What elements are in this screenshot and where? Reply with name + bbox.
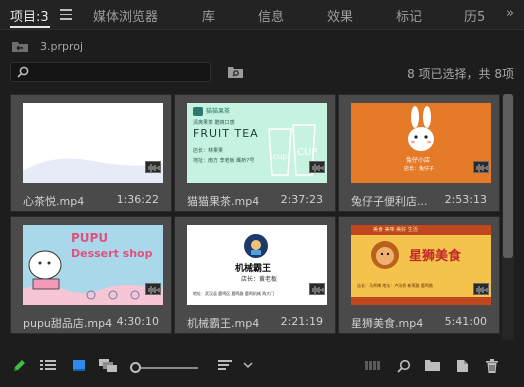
brand-logo-icon	[193, 107, 203, 116]
clip-duration: 5:41:00	[444, 315, 487, 328]
active-tab-indicator	[10, 26, 50, 28]
zoom-slider-knob[interactable]	[130, 362, 141, 373]
fruit-tea-text: FRUIT TEA	[193, 127, 259, 140]
audio-waveform-icon	[473, 283, 489, 295]
selection-status: 8 项已选择，共 8项	[407, 67, 514, 81]
thumbnail: PUPU Dessert shop	[23, 225, 163, 305]
clip-name: pupu甜品店.mp4	[23, 317, 113, 330]
pencil-icon[interactable]	[12, 359, 26, 373]
clip-name: 星狮美食.mp4	[351, 317, 424, 330]
freeform-view-icon[interactable]	[99, 359, 117, 372]
clip-name: 猫猫果茶.mp4	[187, 195, 260, 208]
folder-up-icon[interactable]	[12, 41, 28, 52]
shop-title: 兔仔小店	[406, 157, 431, 164]
shop-title: 星狮美食	[409, 249, 462, 264]
audio-waveform-icon	[309, 283, 325, 295]
zoom-slider-track[interactable]	[136, 367, 198, 369]
slogan: 清爽果茶 酷爽口感	[193, 120, 235, 126]
tab-project[interactable]: 项目:3	[10, 6, 49, 25]
lion-mascot-icon	[371, 241, 399, 269]
audio-waveform-icon	[309, 161, 325, 173]
dessert-shop-title: Dessert shop	[71, 247, 153, 260]
tabs-overflow-icon[interactable]: »	[506, 6, 514, 21]
clip-name: 兔仔子便利店...	[351, 195, 428, 208]
brand-name: 猫猫果茶	[206, 108, 231, 115]
tab-history[interactable]: 历5	[464, 6, 485, 25]
media-item[interactable]: 猫猫果茶 清爽果茶 酷爽口感 FRUIT TEA 店长：林果果 地址：南方 李老…	[174, 94, 336, 212]
manager-text: 店长：林果果	[193, 148, 224, 154]
mechanic-logo-icon	[244, 234, 268, 258]
media-item[interactable]: 兔仔小店 店长：兔仔子 兔仔子便利店... 2:53:13	[338, 94, 500, 212]
project-file-name: 3.prproj	[40, 40, 84, 53]
svg-text:cup: cup	[273, 152, 288, 161]
rabbit-mascot-icon	[408, 106, 434, 151]
manager-text: 店长：黄老板	[241, 276, 278, 283]
clip-duration: 2:53:13	[444, 193, 487, 206]
shop-title: 机械霸王	[235, 264, 272, 274]
clip-duration: 1:36:22	[116, 193, 159, 206]
new-item-icon[interactable]	[455, 359, 469, 373]
tab-media-browser[interactable]: 媒体浏览器	[93, 6, 158, 25]
media-item[interactable]: 机械霸王 店长：黄老板 地址：武汉县 鹿鸣区 鹿鸣路 鹿鸣机械 两大门 机械霸王…	[174, 216, 336, 334]
breadcrumb: 3.prproj	[0, 30, 524, 60]
tab-markers[interactable]: 标记	[396, 6, 422, 25]
thumbnail: 机械霸王 店长：黄老板 地址：武汉县 鹿鸣区 鹿鸣路 鹿鸣机械 两大门	[187, 225, 327, 305]
thumbnail	[23, 103, 163, 183]
address-text: 店长：马师傅 地址：卢沟桥 新荣路 鹿鸣路	[357, 283, 433, 288]
thumbnail: 兔仔小店 店长：兔仔子	[351, 103, 491, 183]
chevron-down-icon[interactable]	[243, 362, 253, 369]
media-item[interactable]: PUPU Dessert shop pupu甜品店.mp4 4:30:10	[10, 216, 172, 334]
automate-to-sequence-icon[interactable]	[365, 359, 381, 371]
manager-text: 店长：兔仔子	[404, 166, 435, 172]
bottom-toolbar	[0, 348, 524, 387]
tab-effects[interactable]: 效果	[327, 6, 353, 25]
find-icon[interactable]	[397, 359, 411, 373]
sort-icons-icon[interactable]	[218, 359, 234, 371]
pupu-title: PUPU	[71, 231, 109, 245]
thumbnail: 猫猫果茶 清爽果茶 酷爽口感 FRUIT TEA 店长：林果果 地址：南方 李老…	[187, 103, 327, 183]
list-view-icon[interactable]	[40, 359, 56, 371]
scrollbar-thumb[interactable]	[503, 94, 513, 258]
new-bin-icon[interactable]	[425, 359, 440, 371]
audio-waveform-icon	[145, 161, 161, 173]
address-text: 地址：南方 李老板 鹰桥7号	[193, 158, 255, 164]
media-item[interactable]: 心茶悦.mp4 1:36:22	[10, 94, 172, 212]
panel-tab-bar: 项目:3 媒体浏览器 库 信息 效果 标记 历5 »	[0, 0, 524, 30]
search-icon	[17, 66, 29, 78]
trash-icon[interactable]	[486, 359, 498, 373]
media-grid: 心茶悦.mp4 1:36:22 猫猫果茶 清爽果茶 酷爽口感 FRUIT TEA…	[10, 94, 500, 340]
thumbnail: 美食 美味 美好 生活 星狮美食 店长：马师傅 地址：卢沟桥 新荣路 鹿鸣路	[351, 225, 491, 305]
new-search-bin-icon[interactable]	[228, 66, 243, 78]
clip-duration: 4:30:10	[116, 315, 159, 328]
search-input[interactable]	[35, 64, 205, 80]
svg-text:CUP: CUP	[297, 147, 317, 158]
search-box[interactable]	[10, 62, 211, 82]
clip-name: 机械霸王.mp4	[187, 317, 260, 330]
clip-name: 心茶悦.mp4	[23, 195, 85, 208]
tab-libraries[interactable]: 库	[202, 6, 215, 25]
address-text: 地址：武汉县 鹿鸣区 鹿鸣路 鹿鸣机械 两大门	[193, 291, 275, 296]
audio-waveform-icon	[473, 161, 489, 173]
media-item[interactable]: 美食 美味 美好 生活 星狮美食 店长：马师傅 地址：卢沟桥 新荣路 鹿鸣路 星…	[338, 216, 500, 334]
tab-info[interactable]: 信息	[258, 6, 284, 25]
clip-duration: 2:37:23	[280, 193, 323, 206]
audio-waveform-icon	[145, 283, 161, 295]
slogan: 美食 美味 美好 生活	[373, 227, 418, 233]
clip-duration: 2:21:19	[280, 315, 323, 328]
icon-view-icon[interactable]	[72, 359, 86, 371]
panel-menu-icon[interactable]	[60, 9, 72, 20]
